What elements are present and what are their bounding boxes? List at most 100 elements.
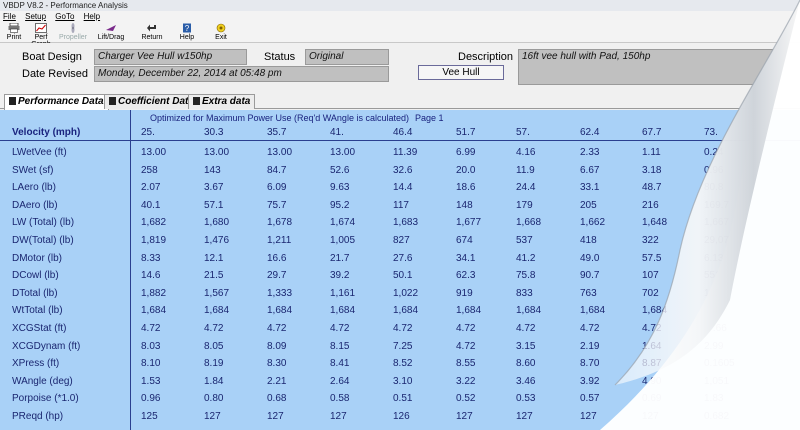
data-cell: 4.72 bbox=[393, 323, 413, 334]
data-cell: 20.0 bbox=[456, 164, 476, 176]
data-cell: 52.6 bbox=[330, 164, 350, 176]
performance-grid[interactable]: Optimized for Maximum Power Use (Req'd W… bbox=[0, 110, 800, 430]
data-cell: 127 bbox=[516, 411, 533, 422]
data-cell: 29,077 bbox=[704, 235, 735, 246]
data-cell: 33.1 bbox=[580, 182, 600, 194]
data-cell: 8.70 bbox=[580, 358, 600, 370]
menu-file[interactable]: File bbox=[3, 12, 16, 21]
menu-setup[interactable]: Setup bbox=[25, 12, 46, 21]
perf-graph-button[interactable]: Perf Graph bbox=[26, 23, 56, 48]
design-header: Boat Design Charger Vee Hull w150hp Stat… bbox=[0, 43, 800, 93]
data-cell: 11.39 bbox=[393, 147, 418, 158]
data-cell: 8.60 bbox=[516, 358, 536, 370]
data-cell: 1,684 bbox=[580, 305, 606, 317]
data-cell: 21.7 bbox=[330, 252, 350, 264]
tab-performance-data[interactable]: Performance Data bbox=[4, 94, 109, 110]
data-cell: 1,333 bbox=[267, 287, 293, 299]
data-cell: 6.99 bbox=[456, 147, 476, 158]
data-cell: 1,682 bbox=[141, 217, 167, 229]
menu-help[interactable]: Help bbox=[84, 12, 100, 21]
tab-bar: Performance Data Coefficient Data Extra … bbox=[0, 93, 800, 110]
data-cell: 9.63 bbox=[330, 182, 350, 194]
data-cell: 117 bbox=[393, 199, 409, 211]
data-cell: 0.24 bbox=[704, 147, 724, 158]
status-field[interactable]: Original bbox=[305, 49, 389, 65]
data-cell: 8.10 bbox=[141, 358, 161, 370]
data-cell: 1.53 bbox=[141, 375, 161, 387]
data-cell: 13.00 bbox=[204, 147, 230, 158]
description-field[interactable]: 16ft vee hull with Pad, 150hp bbox=[518, 49, 778, 85]
data-cell: 0.96 bbox=[704, 164, 724, 176]
data-cell: 12.1 bbox=[204, 252, 224, 264]
data-cell: 1,022 bbox=[393, 287, 419, 299]
data-cell: 4.72 bbox=[516, 323, 536, 334]
data-cell: 1,051 bbox=[704, 375, 730, 387]
data-cell: 1,674 bbox=[330, 217, 356, 229]
menu-bar: File Setup GoTo Help bbox=[0, 11, 800, 22]
print-button[interactable]: Print bbox=[3, 23, 25, 42]
data-cell: 2.19 bbox=[580, 340, 600, 352]
help-button[interactable]: ? Help bbox=[176, 23, 198, 42]
lift-drag-button[interactable]: Lift/Drag bbox=[90, 23, 132, 42]
data-cell: 8.52 bbox=[393, 358, 413, 370]
velocity-cell: 25. bbox=[141, 127, 155, 138]
data-cell: 49.0 bbox=[580, 252, 600, 264]
data-cell: 75.8 bbox=[516, 270, 536, 282]
data-cell: 2.99 bbox=[704, 340, 724, 352]
exit-button[interactable]: Exit bbox=[210, 23, 232, 42]
data-cell: 2.40 bbox=[704, 305, 724, 317]
data-cell: 57.1 bbox=[204, 199, 224, 211]
data-cell: 8.41 bbox=[330, 358, 350, 370]
propeller-button[interactable]: Propeller bbox=[58, 23, 88, 42]
menu-goto[interactable]: GoTo bbox=[55, 12, 74, 21]
data-cell: 39.2 bbox=[330, 270, 350, 282]
row-label: XCGStat (ft) bbox=[12, 323, 67, 334]
data-cell: 551 bbox=[704, 270, 721, 282]
velocity-cell: 51.7 bbox=[456, 127, 476, 138]
data-cell: 4.72 bbox=[456, 323, 476, 334]
boat-design-field[interactable]: Charger Vee Hull w150hp bbox=[94, 49, 247, 65]
data-cell: 763 bbox=[580, 287, 597, 299]
tab-extra-data[interactable]: Extra data bbox=[188, 94, 256, 109]
data-cell: 2.64 bbox=[330, 375, 350, 387]
data-cell: 0.51 bbox=[393, 393, 413, 405]
data-cell: 1,668 bbox=[516, 217, 542, 229]
data-cell: 48.7 bbox=[642, 182, 662, 194]
data-cell: 143 bbox=[204, 164, 221, 176]
data-cell: 418 bbox=[580, 235, 597, 246]
row-label: DW(Total) (lb) bbox=[12, 235, 74, 246]
data-cell: 216 bbox=[642, 199, 659, 211]
data-cell: 4.72 bbox=[267, 323, 287, 334]
data-cell: 127 bbox=[456, 411, 473, 422]
data-cell: 16.6 bbox=[267, 252, 287, 264]
window-title: VBDP V8.2 - Performance Analysis bbox=[0, 0, 800, 11]
return-button[interactable]: Return bbox=[138, 23, 166, 42]
data-cell: 21.5 bbox=[204, 270, 224, 282]
vee-hull-button[interactable]: Vee Hull bbox=[418, 65, 504, 80]
data-cell: 0.1605 bbox=[704, 358, 735, 370]
data-cell: 1,476 bbox=[204, 235, 230, 246]
data-cell: 113 bbox=[704, 287, 720, 299]
data-cell: 41.2 bbox=[516, 252, 536, 264]
data-cell: 2.33 bbox=[580, 147, 600, 158]
row-label: DAero (lb) bbox=[12, 199, 58, 211]
grid-page: Page 1 bbox=[415, 113, 444, 123]
data-cell: 14.4 bbox=[393, 182, 413, 194]
row-label: LAero (lb) bbox=[12, 182, 56, 194]
data-cell: 14.6 bbox=[141, 270, 161, 282]
exit-icon bbox=[216, 23, 226, 33]
tab-icon bbox=[109, 97, 116, 105]
svg-text:?: ? bbox=[185, 24, 190, 33]
tab-coefficient-data[interactable]: Coefficient Data bbox=[104, 94, 199, 109]
data-cell: 3.18 bbox=[642, 164, 662, 176]
date-revised-label: Date Revised bbox=[22, 68, 89, 80]
help-book-icon: ? bbox=[183, 23, 191, 33]
data-cell: 1,667 bbox=[704, 217, 730, 229]
data-cell: 827 bbox=[393, 235, 410, 246]
data-cell: 674 bbox=[456, 235, 473, 246]
status-label: Status bbox=[264, 51, 296, 63]
data-cell: 40.1 bbox=[141, 199, 161, 211]
date-revised-field[interactable]: Monday, December 22, 2014 at 05:48 pm bbox=[94, 66, 389, 82]
data-cell: 258 bbox=[141, 164, 158, 176]
row-label: PReqd (hp) bbox=[12, 411, 64, 422]
